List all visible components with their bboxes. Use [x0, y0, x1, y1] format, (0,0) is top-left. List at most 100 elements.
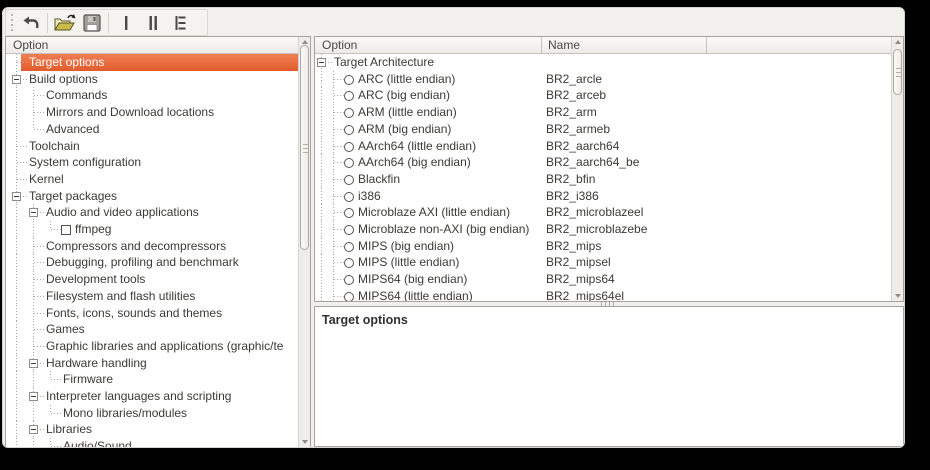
radio-button[interactable]: [344, 275, 354, 285]
radio-button[interactable]: [344, 91, 354, 101]
tree-item[interactable]: ARM (big endian)BR2_armeb: [315, 121, 891, 138]
tree-item[interactable]: MIPS64 (big endian)BR2_mips64: [315, 271, 891, 288]
tree-item[interactable]: i386BR2_i386: [315, 188, 891, 205]
tree-connector-line: [334, 95, 344, 96]
full-view-button[interactable]: [166, 11, 193, 35]
radio-button[interactable]: [344, 292, 354, 301]
tree-item[interactable]: Audio and video applications: [6, 204, 298, 221]
checkbox[interactable]: [61, 225, 71, 235]
tree-item[interactable]: MIPS (little endian)BR2_mipsel: [315, 254, 891, 271]
tree-item[interactable]: ARC (little endian)BR2_arcle: [315, 71, 891, 88]
tree-item[interactable]: Mirrors and Download locations: [6, 104, 298, 121]
scroll-up-icon[interactable]: [302, 40, 308, 44]
collapse-minus-icon[interactable]: [29, 392, 38, 401]
radio-button[interactable]: [344, 192, 354, 202]
config-tree-panel: Option Target optionsBuild optionsComman…: [5, 36, 311, 448]
scroll-down-icon[interactable]: [895, 294, 901, 298]
tree-guide-line: [333, 279, 334, 287]
config-symbol-name: BR2_bfin: [546, 172, 595, 187]
tree-item[interactable]: Debugging, profiling and benchmark: [6, 254, 298, 271]
tree-guide-line: [33, 221, 34, 238]
tree-connector-line: [334, 212, 344, 213]
toolbar-drag-handle[interactable]: [9, 14, 17, 32]
tree-item[interactable]: Target Architecture: [315, 54, 891, 71]
radio-button[interactable]: [344, 225, 354, 235]
tree-item[interactable]: Toolchain: [6, 138, 298, 155]
tree-item[interactable]: Filesystem and flash utilities: [6, 288, 298, 305]
tree-item[interactable]: Audio/Sound: [6, 438, 298, 447]
tree-item-label: Libraries: [46, 422, 92, 437]
tree-guide-line: [33, 438, 34, 447]
scroll-up-icon[interactable]: [895, 40, 901, 44]
tree-item[interactable]: Kernel: [6, 171, 298, 188]
tree-item[interactable]: Firmware: [6, 371, 298, 388]
tree-item[interactable]: MIPS (big endian)BR2_mips: [315, 238, 891, 255]
tree-item[interactable]: Libraries: [6, 421, 298, 438]
tree-item[interactable]: System configuration: [6, 154, 298, 171]
tree-connector-line: [334, 279, 344, 280]
radio-button[interactable]: [344, 208, 354, 218]
tree-item[interactable]: AArch64 (little endian)BR2_aarch64: [315, 138, 891, 155]
tree-item[interactable]: Commands: [6, 87, 298, 104]
radio-button[interactable]: [344, 108, 354, 118]
tree-guide-line: [16, 204, 17, 221]
tree-item[interactable]: Advanced: [6, 121, 298, 138]
scroll-down-icon[interactable]: [302, 440, 308, 444]
collapse-minus-icon[interactable]: [317, 58, 326, 67]
left-scrollbar-thumb[interactable]: [300, 45, 309, 250]
tree-item-label: Mirrors and Download locations: [46, 105, 214, 120]
radio-button[interactable]: [344, 142, 354, 152]
tree-item[interactable]: Fonts, icons, sounds and themes: [6, 305, 298, 322]
tree-guide-line: [321, 154, 322, 171]
collapse-minus-icon[interactable]: [29, 208, 38, 217]
tree-item-label: Target Architecture: [334, 55, 434, 70]
single-view-button[interactable]: [112, 11, 139, 35]
radio-button[interactable]: [344, 125, 354, 135]
tree-item[interactable]: Microblaze AXI (little endian)BR2_microb…: [315, 204, 891, 221]
tree-item[interactable]: Hardware handling: [6, 355, 298, 372]
tree-item[interactable]: Build options: [6, 71, 298, 88]
tree-item[interactable]: Target options: [6, 54, 298, 71]
radio-button[interactable]: [344, 258, 354, 268]
tree-item[interactable]: Development tools: [6, 271, 298, 288]
tree-guide-line: [321, 87, 322, 104]
right-scrollbar[interactable]: [891, 37, 903, 301]
tree-item[interactable]: ARC (big endian)BR2_arceb: [315, 87, 891, 104]
tree-item[interactable]: Interpreter languages and scripting: [6, 388, 298, 405]
tree-item[interactable]: MIPS64 (little endian)BR2_mips64el: [315, 288, 891, 301]
tree-item[interactable]: AArch64 (big endian)BR2_aarch64_be: [315, 154, 891, 171]
collapse-minus-icon[interactable]: [29, 425, 38, 434]
radio-button[interactable]: [344, 158, 354, 168]
tree-item[interactable]: Target packages: [6, 188, 298, 205]
save-button[interactable]: [78, 11, 105, 35]
collapse-minus-icon[interactable]: [29, 359, 38, 368]
split-view-icon: [145, 15, 161, 31]
open-button[interactable]: [51, 11, 78, 35]
radio-button[interactable]: [344, 242, 354, 252]
tree-guide-line: [33, 296, 34, 304]
tree-item[interactable]: ffmpeg: [6, 221, 298, 238]
collapse-minus-icon[interactable]: [12, 192, 21, 201]
tree-item[interactable]: ARM (little endian)BR2_arm: [315, 104, 891, 121]
tree-item[interactable]: BlackfinBR2_bfin: [315, 171, 891, 188]
tree-guide-line: [16, 221, 17, 238]
left-scrollbar[interactable]: [298, 37, 310, 447]
tree-item-label: Microblaze non-AXI (big endian): [358, 222, 529, 237]
tree-item[interactable]: Mono libraries/modules: [6, 405, 298, 422]
undo-button[interactable]: [17, 11, 44, 35]
collapse-minus-icon[interactable]: [12, 75, 21, 84]
radio-button[interactable]: [344, 175, 354, 185]
tree-connector-line: [34, 112, 44, 113]
tree-item-label: ARM (big endian): [358, 122, 451, 137]
tree-item[interactable]: Games: [6, 321, 298, 338]
split-view-button[interactable]: [139, 11, 166, 35]
tree-item[interactable]: Microblaze non-AXI (big endian)BR2_micro…: [315, 221, 891, 238]
toolbar-separator: [108, 13, 109, 33]
tree-item[interactable]: Graphic libraries and applications (grap…: [6, 338, 298, 355]
radio-button[interactable]: [344, 75, 354, 85]
tree-item[interactable]: Compressors and decompressors: [6, 238, 298, 255]
tree-guide-line: [333, 129, 334, 137]
undo-icon: [22, 15, 40, 31]
single-view-icon: [118, 15, 134, 31]
right-scrollbar-thumb[interactable]: [893, 49, 902, 95]
